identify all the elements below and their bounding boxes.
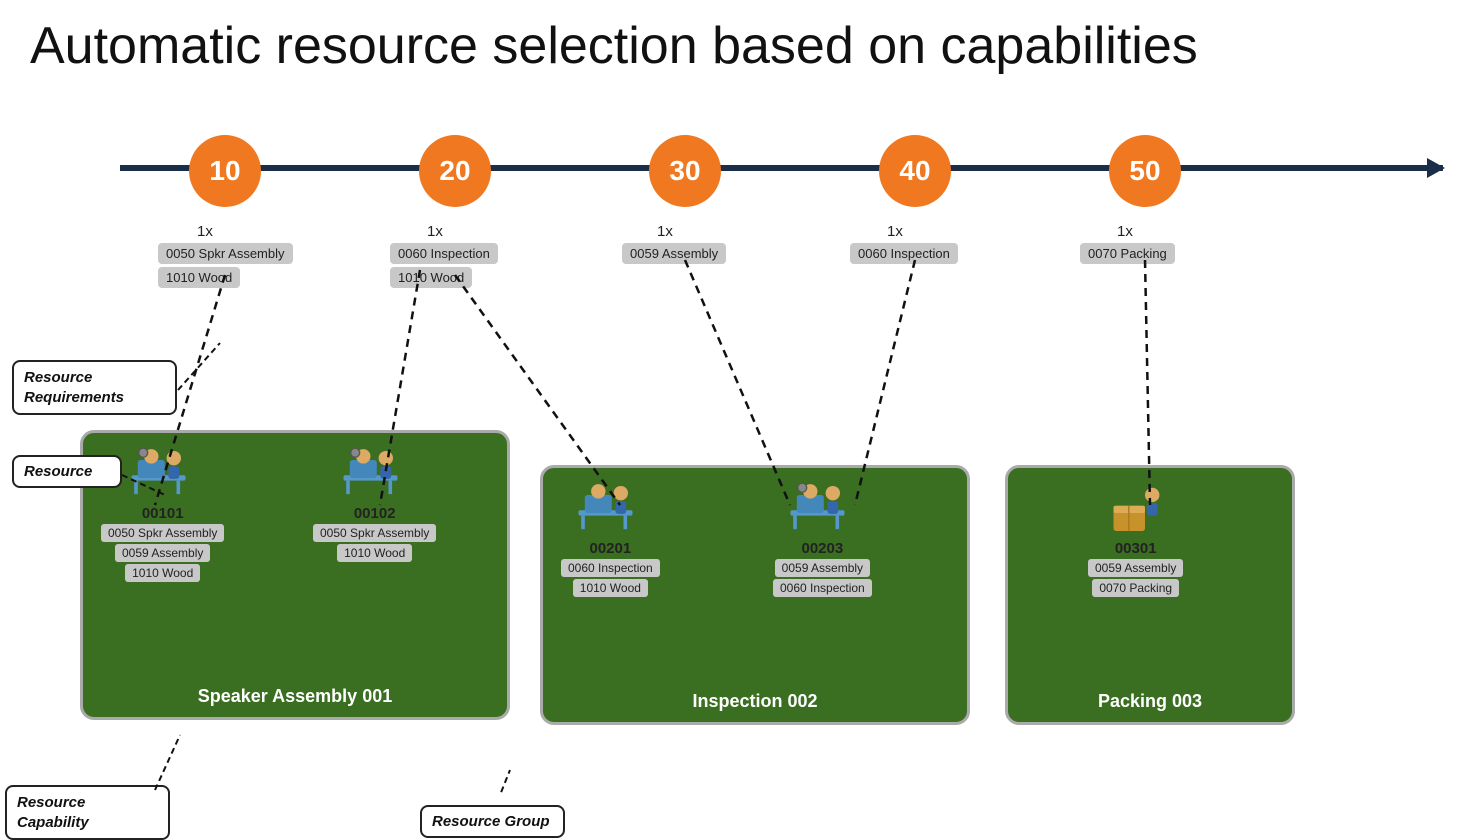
rg3-title: Packing 003 (1008, 691, 1292, 712)
req-tag-50-0: 0070 Packing (1080, 243, 1175, 264)
resource-id-00301: 00301 (1115, 540, 1157, 557)
req-mult-30: 1x (657, 223, 673, 240)
step-50: 50 (1109, 135, 1181, 207)
resource-00201: 00201 0060 Inspection 1010 Wood (561, 478, 660, 599)
rg2-title: Inspection 002 (543, 691, 967, 712)
timeline (120, 165, 1443, 171)
cap-00203-0: 0059 Assembly (775, 559, 870, 577)
req-mult-20: 1x (427, 223, 443, 240)
cap-00301-0: 0059 Assembly (1088, 559, 1183, 577)
step-30: 30 (649, 135, 721, 207)
req-mult-50: 1x (1117, 223, 1133, 240)
cap-00203-1: 0060 Inspection (773, 579, 872, 597)
callout-resource: Resource (12, 455, 122, 488)
machine-icon-00101 (127, 443, 199, 503)
resource-id-00102: 00102 (354, 505, 396, 522)
cap-00101-2: 1010 Wood (125, 564, 200, 582)
cap-00201-1: 1010 Wood (573, 579, 648, 597)
resource-id-00203: 00203 (802, 540, 844, 557)
req-tag-20-0: 0060 Inspection (390, 243, 498, 264)
resource-group-3: 00301 0059 Assembly 0070 Packing Packing… (1005, 465, 1295, 725)
req-tag-20-1: 1010 Wood (390, 267, 472, 288)
resource-00102: 00102 0050 Spkr Assembly 1010 Wood (313, 443, 436, 564)
step-20: 20 (419, 135, 491, 207)
resource-group-2: 00201 0060 Inspection 1010 Wood 00203 00… (540, 465, 970, 725)
cap-00102-1: 1010 Wood (337, 544, 412, 562)
req-tag-40-0: 0060 Inspection (850, 243, 958, 264)
req-mult-10: 1x (197, 223, 213, 240)
resource-id-00201: 00201 (590, 540, 632, 557)
machine-icon-00201 (574, 478, 646, 538)
cap-00101-0: 0050 Spkr Assembly (101, 524, 224, 542)
callout-resource-group: Resource Group (420, 805, 565, 838)
rg1-title: Speaker Assembly 001 (83, 686, 507, 707)
machine-icon-00102 (339, 443, 411, 503)
page-title: Automatic resource selection based on ca… (0, 0, 1473, 75)
callout-resource-requirements: ResourceRequirements (12, 360, 177, 415)
step-10: 10 (189, 135, 261, 207)
req-tag-30-0: 0059 Assembly (622, 243, 726, 264)
resource-id-00101: 00101 (142, 505, 184, 522)
resource-00301: 00301 0059 Assembly 0070 Packing (1088, 478, 1183, 599)
main-content: 10 20 30 40 50 1x 0050 Spkr Assembly 101… (0, 75, 1473, 795)
resource-group-1: 00101 0050 Spkr Assembly 0059 Assembly 1… (80, 430, 510, 720)
callout-resource-capability: ResourceCapability (5, 785, 170, 840)
cap-00102-0: 0050 Spkr Assembly (313, 524, 436, 542)
req-mult-40: 1x (887, 223, 903, 240)
req-tag-10-0: 0050 Spkr Assembly (158, 243, 293, 264)
cap-00201-0: 0060 Inspection (561, 559, 660, 577)
machine-icon-00301 (1100, 478, 1172, 538)
resource-00203: 00203 0059 Assembly 0060 Inspection (773, 478, 872, 599)
machine-icon-00203 (786, 478, 858, 538)
cap-00301-1: 0070 Packing (1092, 579, 1179, 597)
step-40: 40 (879, 135, 951, 207)
cap-00101-1: 0059 Assembly (115, 544, 210, 562)
req-tag-10-1: 1010 Wood (158, 267, 240, 288)
